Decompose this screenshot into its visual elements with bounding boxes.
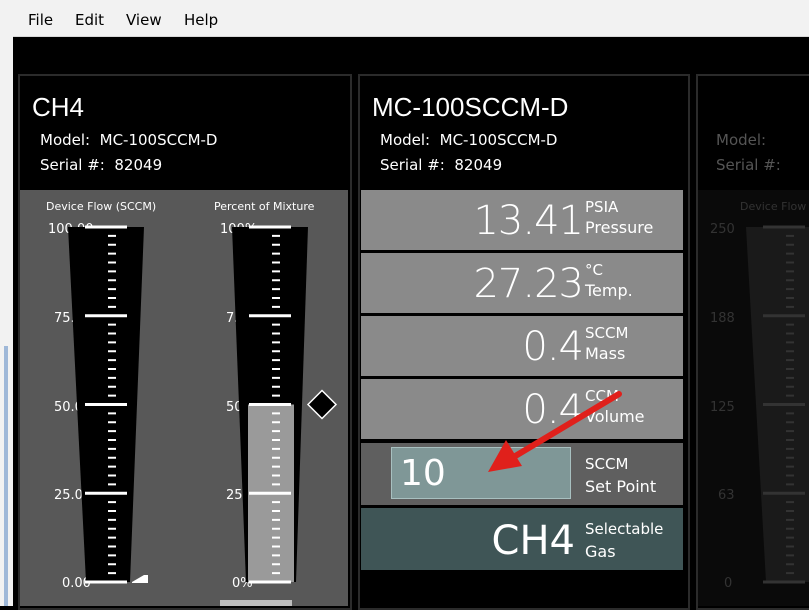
menu-edit[interactable]: Edit bbox=[75, 11, 104, 29]
gas-label-line2: Gas bbox=[585, 542, 616, 561]
menu-file[interactable]: File bbox=[28, 11, 53, 29]
readout-value: 0.4 bbox=[522, 324, 584, 370]
model-value: MC-100SCCM-D bbox=[99, 131, 218, 149]
right-gauge-graphics bbox=[746, 225, 809, 584]
temperature-readout: 27.23 °C Temp. bbox=[361, 253, 683, 316]
model-line: Model: MC-100SCCM-D bbox=[380, 131, 557, 149]
model-label: Model: bbox=[716, 131, 767, 149]
readout-unit: SCCM bbox=[585, 324, 629, 342]
mixture-diamond-pointer[interactable] bbox=[306, 389, 338, 420]
serial-value: 82049 bbox=[114, 156, 163, 174]
model-value: MC-100SCCM-D bbox=[439, 131, 558, 149]
model-line: Model: MC-100SCCM-D bbox=[40, 131, 217, 149]
menu-help[interactable]: Help bbox=[184, 11, 218, 29]
model-label: Model: bbox=[40, 131, 91, 149]
mixture-value-pointer[interactable] bbox=[306, 389, 338, 420]
selectable-gas-row[interactable]: CH4 Selectable Gas bbox=[361, 508, 683, 570]
window-left-border bbox=[0, 36, 13, 606]
serial-value: 82049 bbox=[454, 156, 503, 174]
serial-label: Serial #: bbox=[380, 156, 445, 174]
readout-value: 27.23 bbox=[473, 261, 584, 307]
readout-unit: PSIA bbox=[585, 198, 619, 216]
device-title: MC-100SCCM-D bbox=[372, 92, 569, 122]
readout-value: 13.41 bbox=[473, 198, 584, 244]
readout-unit: CCM bbox=[585, 387, 619, 405]
pressure-readout: 13.41 PSIA Pressure bbox=[361, 190, 683, 253]
gauge-graphics bbox=[68, 225, 338, 606]
setpoint-label: Set Point bbox=[585, 477, 657, 496]
mixture-gauge-base bbox=[220, 600, 292, 606]
gauges-area: Device Flow (SCCM) Percent of Mixture 10… bbox=[20, 190, 348, 606]
readout-quantity: Volume bbox=[585, 407, 645, 426]
menu-bar: File Edit View Help bbox=[0, 0, 809, 37]
setpoint-row: SCCM Set Point bbox=[361, 443, 683, 508]
volume-flow-readout: 0.4 CCM Volume bbox=[361, 379, 683, 442]
gas-label-line1: Selectable bbox=[585, 520, 664, 538]
serial-line: Serial #: 82049 bbox=[40, 156, 162, 174]
setpoint-input[interactable] bbox=[391, 447, 571, 499]
readout-quantity: Temp. bbox=[585, 281, 633, 300]
readout-value: 0.4 bbox=[522, 387, 584, 433]
serial-line: Serial #: 82049 bbox=[380, 156, 502, 174]
mass-flow-readout: 0.4 SCCM Mass bbox=[361, 316, 683, 379]
readout-unit: °C bbox=[585, 261, 603, 279]
flow-value-pointer[interactable] bbox=[132, 575, 148, 583]
readout-quantity: Pressure bbox=[585, 218, 654, 237]
readout-quantity: Mass bbox=[585, 344, 626, 363]
serial-label: Serial #: bbox=[40, 156, 105, 174]
menu-view[interactable]: View bbox=[126, 11, 162, 29]
model-label: Model: bbox=[380, 131, 431, 149]
flow-pointer-marker[interactable] bbox=[132, 575, 148, 583]
serial-label: Serial #: bbox=[716, 156, 781, 174]
setpoint-unit: SCCM bbox=[585, 455, 629, 473]
right-gauge-area: Device Flow 250 188 125 63 0 bbox=[698, 190, 809, 606]
gas-value: CH4 bbox=[491, 518, 575, 564]
device-title: CH4 bbox=[32, 92, 85, 122]
